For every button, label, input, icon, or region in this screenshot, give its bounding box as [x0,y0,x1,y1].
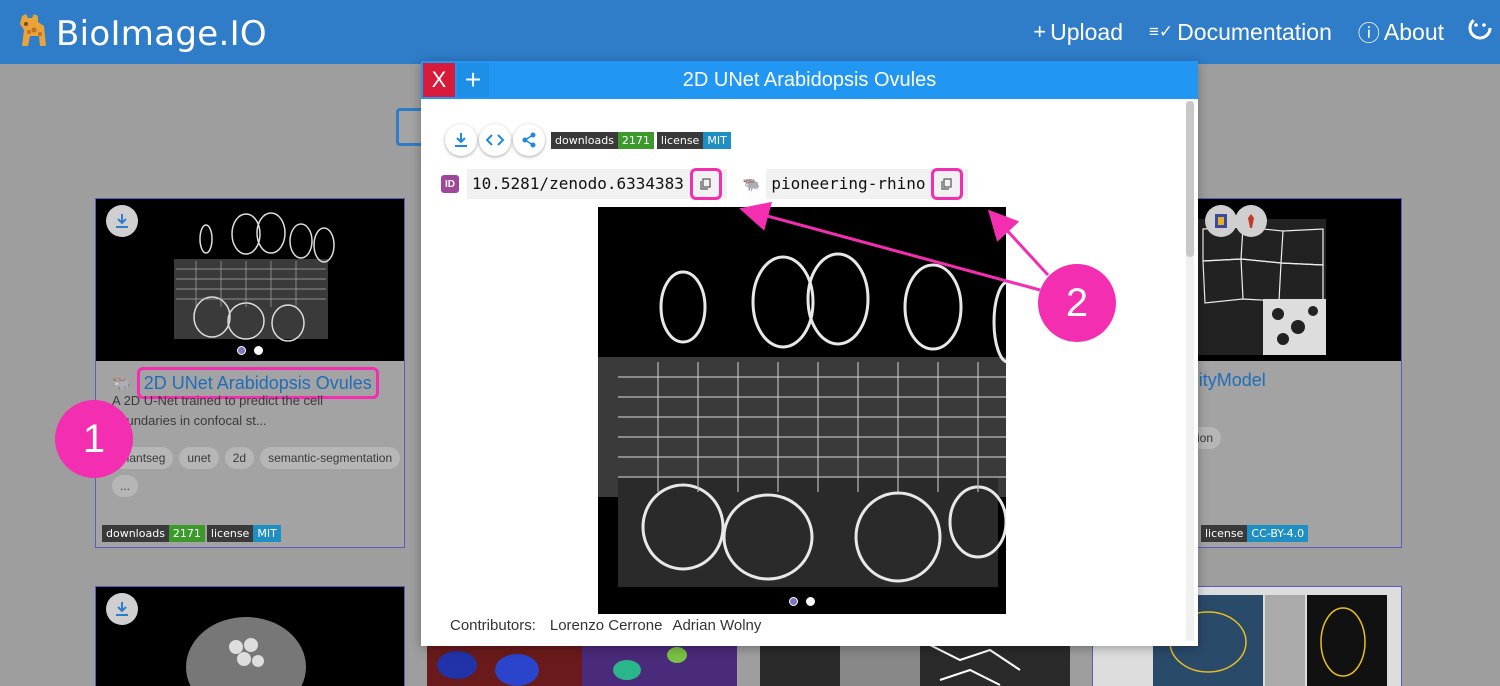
contributor-name[interactable]: Lorenzo Cerrone [550,617,663,634]
embryo-thumbnail [186,617,306,686]
nickname-field: pioneering-rhino [766,168,969,200]
license-badge: license CC-BY-4.0 [1201,525,1309,542]
model-card[interactable] [760,640,1070,686]
model-card[interactable]: 🐃 2D UNet Arabidopsis Ovules A 2D U-Net … [95,198,405,548]
model-card[interactable] [95,586,405,686]
brand-title[interactable]: BioImage.IO [56,14,267,54]
card-description: A 2D U-Net trained to predict the cell b… [112,393,323,428]
code-icon [486,134,504,146]
nav-about[interactable]: ⓘ About [1358,16,1444,48]
card-tags: plantseg unet 2d semantic-segmentation .… [112,447,402,497]
carousel-dot[interactable] [254,346,263,355]
card-badges: license CC-BY-4.0 [1201,525,1309,542]
card-tags: ntation [1169,427,1459,449]
annotation-callout-1: 1 [55,400,133,478]
tie-icon [1248,214,1254,228]
source-code-button[interactable] [479,124,511,156]
giraffe-logo-icon[interactable] [14,10,54,50]
card-badges: downloads 2171 license MIT [102,525,281,542]
tag-chip[interactable]: semantic-segmentation [260,447,401,469]
nav-upload[interactable]: + Upload [1033,16,1123,48]
license-badge: license MIT [656,131,731,149]
tag-chip[interactable]: 2d [224,447,255,469]
share-button[interactable] [513,124,545,156]
checklist-icon: ≡✓ [1149,22,1174,41]
copy-doi-button[interactable] [689,168,722,200]
carousel-dot[interactable] [237,346,246,355]
contributor-name[interactable]: Adrian Wolny [672,617,761,634]
main-nav: + Upload ≡✓ Documentation ⓘ About [1033,16,1444,48]
card-cover-image[interactable] [96,199,404,361]
doi-field: 10.5281/zenodo.6334383 [467,168,727,200]
nav-documentation[interactable]: ≡✓ Documentation [1149,16,1332,48]
carousel-dots [789,597,815,606]
identifier-row: ID 10.5281/zenodo.6334383 🐃 pioneering-r… [441,168,969,200]
nickname-value: pioneering-rhino [771,174,926,193]
dialog-title: 2D UNet Arabidopsis Ovules [682,69,937,91]
dialog-scrollbar[interactable] [1186,101,1194,641]
dialog-actions: downloads 2171 license MIT [445,124,731,156]
downloads-badge: downloads 2171 [551,131,654,149]
cells-thumbnail [427,640,737,686]
download-button[interactable] [445,124,477,156]
copy-nickname-button[interactable] [931,168,964,200]
nav-about-label: About [1383,18,1444,45]
rhino-icon: 🐃 [112,375,131,392]
annotation-callout-2: 2 [1038,264,1116,342]
downloads-badge: downloads 2171 [102,525,205,542]
rhino-icon: 🐃 [742,175,761,192]
ovules-microscopy-image [598,252,1006,587]
doi-value: 10.5281/zenodo.6334383 [472,174,684,193]
copy-icon [941,178,953,190]
carousel-dots [237,346,263,355]
nav-documentation-label: Documentation [1177,18,1332,45]
contributors: Contributors: Lorenzo Cerrone Adrian Wol… [450,617,761,634]
scrollbar-thumb[interactable] [1186,101,1194,257]
ovules-thumbnail [174,212,335,342]
zenodo-id-icon: ID [441,175,459,193]
download-icon [455,133,467,147]
carousel-dot[interactable] [789,597,798,606]
model-card[interactable] [427,640,737,686]
share-icon [522,132,536,148]
download-icon [116,214,128,228]
model-cover-image[interactable] [598,207,1006,614]
dialog-badges: downloads 2171 license MIT [551,131,731,149]
license-badge: license MIT [206,525,281,542]
info-icon: ⓘ [1357,21,1380,46]
app-icon-button[interactable] [1235,205,1267,237]
nav-upload-label: Upload [1050,18,1123,45]
membrane-thumbnail [840,640,1021,686]
app-icon-button[interactable] [1205,205,1237,237]
tag-chip[interactable]: ... [112,475,139,497]
app-icon [1215,214,1227,228]
card-download-button[interactable] [106,205,138,237]
close-button[interactable]: X [423,63,455,97]
add-button[interactable]: + [457,63,489,97]
plus-icon: + [1033,19,1047,44]
model-detail-dialog: 2D UNet Arabidopsis Ovules X + downloads… [421,61,1198,646]
app-header: BioImage.IO + Upload ≡✓ Documentation ⓘ … [0,0,1500,64]
dialog-header: 2D UNet Arabidopsis Ovules X + [421,61,1198,99]
copy-icon [700,178,711,190]
user-login-icon[interactable] [1466,14,1494,42]
tag-chip[interactable]: unet [179,447,219,469]
carousel-dot[interactable] [806,597,815,606]
contributors-label: Contributors: [450,617,536,634]
